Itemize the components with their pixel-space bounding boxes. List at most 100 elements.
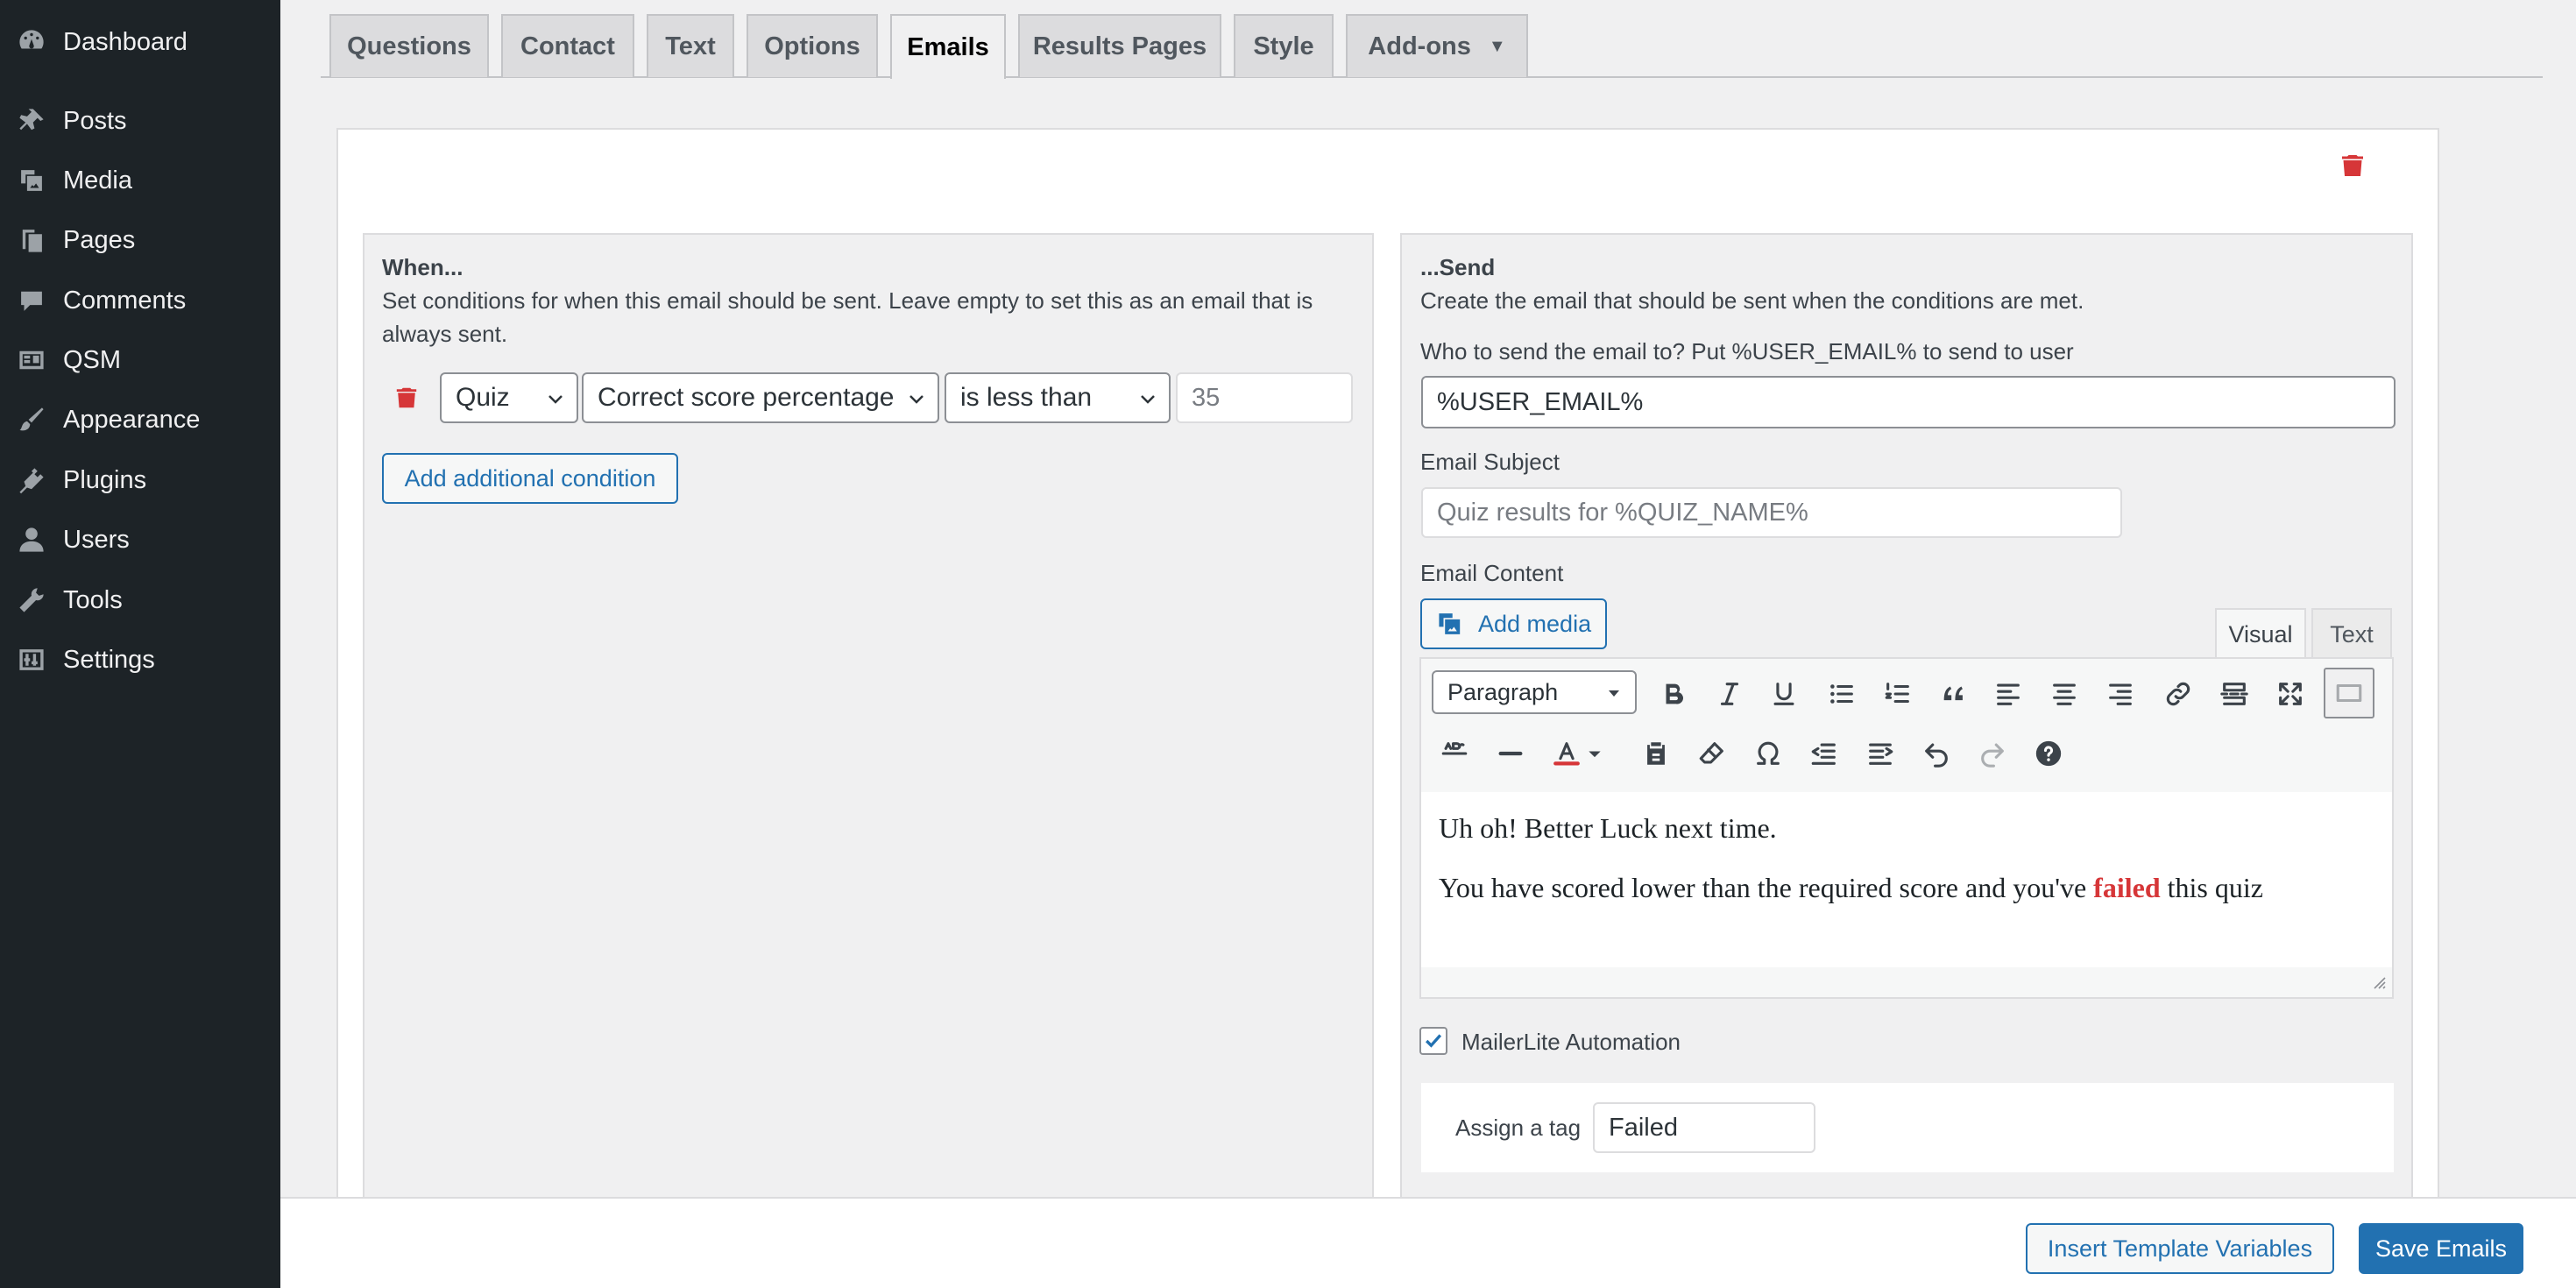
link-icon[interactable]: [2155, 671, 2201, 717]
align-center-icon[interactable]: [2042, 671, 2087, 717]
read-more-icon[interactable]: [2212, 671, 2257, 717]
tab-label: Style: [1253, 32, 1314, 60]
sidebar-item-comments[interactable]: Comments: [0, 274, 280, 327]
send-description: Create the email that should be sent whe…: [1420, 287, 2084, 314]
fullscreen-icon[interactable]: [2268, 671, 2313, 717]
add-condition-button[interactable]: Add additional condition: [382, 453, 678, 504]
content-bold-text: failed: [2093, 872, 2161, 903]
delete-email-trash-icon[interactable]: [2339, 151, 2371, 184]
mailerlite-checkbox[interactable]: [1419, 1027, 1447, 1055]
tab-text-mode[interactable]: Text: [2311, 608, 2392, 659]
tab-label: Results Pages: [1032, 32, 1207, 60]
recipient-input[interactable]: [1421, 376, 2396, 428]
qsm-icon: [16, 344, 47, 376]
resize-handle-icon[interactable]: [2369, 973, 2387, 990]
align-right-icon[interactable]: [2098, 671, 2143, 717]
save-emails-button[interactable]: Save Emails: [2359, 1223, 2523, 1274]
sidebar-item-tools[interactable]: Tools: [0, 574, 280, 626]
tab-style[interactable]: Style: [1234, 14, 1334, 77]
blockquote-icon[interactable]: [1931, 671, 1977, 717]
content-line-1: Uh oh! Better Luck next time.: [1439, 812, 1777, 844]
delete-condition-trash-icon[interactable]: [394, 384, 424, 417]
mailerlite-label: MailerLite Automation: [1461, 1029, 1681, 1055]
checkmark-icon: [1426, 1034, 1442, 1048]
tab-label: Options: [764, 32, 860, 60]
underline-icon[interactable]: [1761, 671, 1807, 717]
insert-template-variables-button[interactable]: Insert Template Variables: [2026, 1223, 2334, 1274]
sidebar-item-dashboard[interactable]: Dashboard: [0, 16, 280, 68]
media-icon: [16, 165, 47, 196]
tab-emails[interactable]: Emails: [890, 14, 1006, 79]
tab-results-pages[interactable]: Results Pages: [1018, 14, 1221, 77]
special-character-icon[interactable]: [1745, 731, 1791, 776]
condition-category-select[interactable]: Quiz: [440, 372, 578, 423]
user-icon: [16, 524, 47, 556]
pages-icon: [16, 224, 47, 256]
add-media-button[interactable]: Add media: [1420, 598, 1607, 649]
tab-text[interactable]: Text: [647, 14, 734, 77]
sidebar-item-posts[interactable]: Posts: [0, 95, 280, 147]
sidebar-item-media[interactable]: Media: [0, 154, 280, 207]
clear-formatting-icon[interactable]: [1689, 731, 1735, 776]
sidebar-item-users[interactable]: Users: [0, 513, 280, 566]
content-line-2: You have scored lower than the required …: [1439, 871, 2374, 904]
chevron-down-icon: [1141, 395, 1155, 404]
align-left-icon[interactable]: [1985, 671, 2031, 717]
numbered-list-icon[interactable]: [1875, 671, 1921, 717]
assign-tag-input[interactable]: [1593, 1102, 1815, 1153]
tab-label: Contact: [520, 32, 615, 60]
sidebar-item-label: Appearance: [63, 405, 201, 434]
sidebar-item-label: Settings: [63, 645, 155, 674]
select-value: Paragraph: [1447, 678, 1559, 705]
tab-contact[interactable]: Contact: [501, 14, 634, 77]
strikethrough-icon[interactable]: [1432, 731, 1477, 776]
add-media-icon: [1436, 609, 1466, 639]
tab-label: Add-ons: [1368, 32, 1471, 60]
condition-criteria-select[interactable]: Correct score percentage: [582, 372, 939, 423]
sidebar-item-appearance[interactable]: Appearance: [0, 393, 280, 446]
bullet-list-icon[interactable]: [1819, 671, 1865, 717]
select-value: Quiz: [456, 383, 510, 412]
help-icon[interactable]: [2026, 731, 2071, 776]
admin-sidebar: Dashboard Posts Media Pages Comments QSM: [0, 0, 280, 1288]
sidebar-item-label: Dashboard: [63, 27, 188, 56]
condition-value-input[interactable]: [1176, 372, 1353, 423]
tab-add-ons[interactable]: Add-ons ▼: [1346, 14, 1528, 77]
when-description: Set conditions for when this email shoul…: [382, 287, 1313, 347]
sidebar-item-qsm[interactable]: QSM: [0, 334, 280, 386]
tab-label: Emails: [907, 32, 989, 61]
sidebar-item-label: Media: [63, 166, 132, 195]
toolbar-toggle-icon[interactable]: [2324, 668, 2374, 718]
sidebar-item-label: Pages: [63, 225, 136, 254]
sidebar-item-label: Plugins: [63, 465, 147, 494]
text-color-icon[interactable]: [1544, 731, 1589, 776]
redo-icon[interactable]: [1970, 731, 2015, 776]
sidebar-item-label: Tools: [63, 585, 123, 614]
italic-icon[interactable]: [1707, 671, 1752, 717]
editor-content-area[interactable]: Uh oh! Better Luck next time. You have s…: [1421, 792, 2392, 967]
content-text: You have scored lower than the required …: [1439, 872, 2094, 903]
content-text: this quiz: [2160, 872, 2263, 903]
format-select[interactable]: Paragraph: [1432, 670, 1637, 714]
caret-down-icon: [1609, 690, 1619, 697]
subject-label: Email Subject: [1420, 449, 1560, 475]
undo-icon[interactable]: [1914, 731, 1959, 776]
indent-icon[interactable]: [1858, 731, 1903, 776]
outdent-icon[interactable]: [1801, 731, 1847, 776]
select-value: is less than: [960, 383, 1093, 412]
tab-label: Text: [665, 32, 716, 60]
bold-icon[interactable]: [1651, 671, 1696, 717]
horizontal-line-icon[interactable]: [1488, 731, 1533, 776]
sidebar-item-plugins[interactable]: Plugins: [0, 454, 280, 506]
sidebar-item-settings[interactable]: Settings: [0, 633, 280, 686]
paste-text-icon[interactable]: [1633, 731, 1679, 776]
text-color-caret-icon[interactable]: [1584, 731, 1605, 776]
brush-icon: [16, 404, 47, 435]
sidebar-item-label: Users: [63, 525, 130, 554]
tab-questions[interactable]: Questions: [329, 14, 489, 77]
tab-visual[interactable]: Visual: [2215, 608, 2306, 659]
tab-options[interactable]: Options: [747, 14, 878, 77]
subject-input[interactable]: [1421, 487, 2122, 538]
condition-operator-select[interactable]: is less than: [945, 372, 1171, 423]
sidebar-item-pages[interactable]: Pages: [0, 214, 280, 266]
